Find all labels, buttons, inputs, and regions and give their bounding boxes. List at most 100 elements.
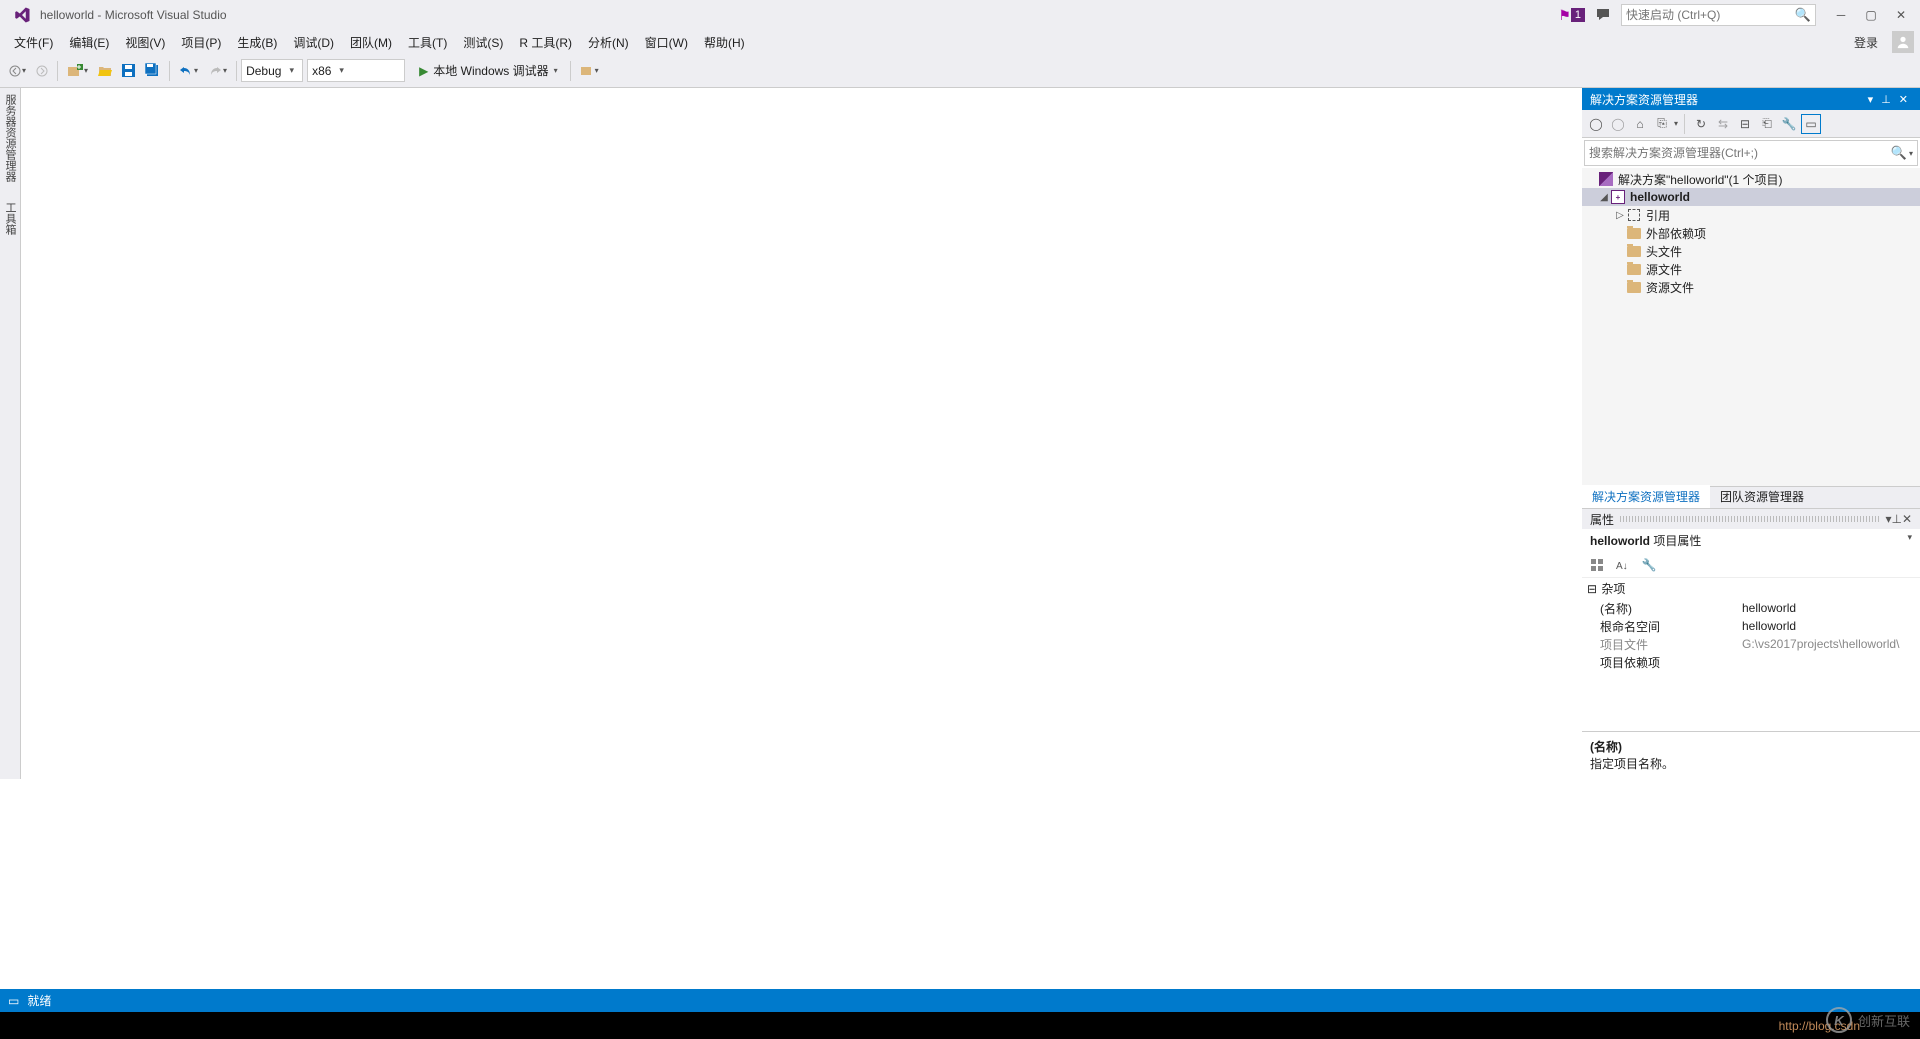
menu-edit[interactable]: 编辑(E) xyxy=(61,31,117,54)
tab-team-explorer[interactable]: 团队资源管理器 xyxy=(1710,485,1814,508)
alphabetical-icon[interactable]: A↓ xyxy=(1612,554,1634,576)
status-window-icon: ▭ xyxy=(8,994,19,1008)
notification-count: 1 xyxy=(1571,8,1585,22)
se-sync-icon[interactable]: ⇆ xyxy=(1713,114,1733,134)
prop-row-namespace[interactable]: 根命名空间helloworld xyxy=(1582,617,1920,635)
toolbar-extra-button[interactable]: ▾ xyxy=(575,59,604,83)
solution-search-input[interactable] xyxy=(1589,146,1891,160)
play-icon: ▶ xyxy=(419,64,428,78)
feedback-icon[interactable] xyxy=(1595,7,1611,23)
solution-search-box[interactable]: 🔍▾ xyxy=(1584,140,1918,166)
minimize-button[interactable]: ─ xyxy=(1826,2,1856,28)
project-node[interactable]: ◢ + helloworld xyxy=(1582,188,1920,206)
panel-dropdown-icon[interactable]: ▾ xyxy=(1864,93,1878,106)
properties-object-selector[interactable]: helloworld 项目属性 ▾ xyxy=(1582,529,1920,552)
se-properties-icon[interactable]: 🔧 xyxy=(1779,114,1799,134)
expand-icon[interactable]: ▷ xyxy=(1614,210,1626,221)
folder-icon xyxy=(1627,228,1641,239)
close-button[interactable]: ✕ xyxy=(1886,2,1916,28)
se-forward-icon[interactable]: ◯ xyxy=(1608,114,1628,134)
save-button[interactable] xyxy=(117,59,140,83)
menu-bar: 文件(F) 编辑(E) 视图(V) 项目(P) 生成(B) 调试(D) 团队(M… xyxy=(0,30,1920,54)
main-toolbar: ▾ ▾ ▾ ▾ Debug▾ x86▾ ▶ 本地 Windows 调试器 ▾ ▾ xyxy=(0,54,1920,88)
properties-toolbar: A↓ 🔧 xyxy=(1582,552,1920,578)
solution-node[interactable]: 解决方案"helloworld"(1 个项目) xyxy=(1582,170,1920,188)
menu-team[interactable]: 团队(M) xyxy=(342,31,400,54)
platform-dropdown[interactable]: x86▾ xyxy=(307,59,405,82)
debugger-label: 本地 Windows 调试器 xyxy=(433,62,548,79)
se-home-icon[interactable]: ⌂ xyxy=(1630,114,1650,134)
search-icon: 🔍 xyxy=(1795,7,1811,23)
se-collapse-icon[interactable]: ⊟ xyxy=(1735,114,1755,134)
menu-analyze[interactable]: 分析(N) xyxy=(580,31,637,54)
vs-logo-icon xyxy=(12,5,32,25)
editor-area xyxy=(21,88,1582,779)
search-icon: 🔍 xyxy=(1891,145,1907,161)
properties-grid: ⊟ 杂项 (名称)helloworld 根命名空间helloworld 项目文件… xyxy=(1582,578,1920,731)
se-showall-icon[interactable]: ⎗ xyxy=(1757,114,1777,134)
sources-node[interactable]: 源文件 xyxy=(1582,260,1920,278)
nav-back-button[interactable]: ▾ xyxy=(4,59,31,83)
resources-node[interactable]: 资源文件 xyxy=(1582,278,1920,296)
new-project-button[interactable]: ▾ xyxy=(62,59,93,83)
prop-row-dependencies[interactable]: 项目依赖项 xyxy=(1582,653,1920,671)
quick-launch-input[interactable] xyxy=(1626,8,1795,22)
category-row[interactable]: ⊟ 杂项 xyxy=(1582,578,1920,599)
props-pin-icon[interactable]: ⊥ xyxy=(1891,512,1901,526)
redo-button[interactable]: ▾ xyxy=(203,59,232,83)
menu-project[interactable]: 项目(P) xyxy=(173,31,229,54)
solution-explorer-toolbar: ◯ ◯ ⌂ ⎘ ▾ ↻ ⇆ ⊟ ⎗ 🔧 ▭ xyxy=(1582,110,1920,138)
title-bar: helloworld - Microsoft Visual Studio ⚑ 1… xyxy=(0,0,1920,30)
properties-title: 属性 xyxy=(1590,511,1614,528)
undo-button[interactable]: ▾ xyxy=(174,59,203,83)
folder-icon xyxy=(1627,264,1641,275)
se-refresh-icon[interactable]: ↻ xyxy=(1691,114,1711,134)
maximize-button[interactable]: ▢ xyxy=(1856,2,1886,28)
menu-build[interactable]: 生成(B) xyxy=(229,31,285,54)
props-close-icon[interactable]: ✕ xyxy=(1902,512,1912,526)
solution-tree[interactable]: 解决方案"helloworld"(1 个项目) ◢ + helloworld ▷… xyxy=(1582,168,1920,486)
toolbox-tab[interactable]: 工具箱 xyxy=(0,196,20,241)
se-back-icon[interactable]: ◯ xyxy=(1586,114,1606,134)
watermark: K 创新互联 xyxy=(1826,1007,1910,1033)
menu-view[interactable]: 视图(V) xyxy=(117,31,173,54)
properties-header[interactable]: 属性 ▾ ⊥ ✕ xyxy=(1582,508,1920,529)
bottom-bar: http://blog.csdn xyxy=(0,1012,1920,1039)
menu-test[interactable]: 测试(S) xyxy=(455,31,511,54)
user-avatar-icon[interactable] xyxy=(1892,31,1914,53)
open-file-button[interactable] xyxy=(93,59,117,83)
right-panel-tabs: 解决方案资源管理器 团队资源管理器 xyxy=(1582,486,1920,508)
categorized-icon[interactable] xyxy=(1586,554,1608,576)
solution-explorer-title: 解决方案资源管理器 xyxy=(1590,91,1698,108)
start-debugging-button[interactable]: ▶ 本地 Windows 调试器 ▾ xyxy=(411,60,566,81)
se-scope-icon[interactable]: ⎘ xyxy=(1652,114,1672,134)
external-deps-node[interactable]: 外部依赖项 xyxy=(1582,224,1920,242)
props-wrench-icon[interactable]: 🔧 xyxy=(1638,554,1660,576)
menu-debug[interactable]: 调试(D) xyxy=(285,31,342,54)
menu-window[interactable]: 窗口(W) xyxy=(637,31,696,54)
solution-explorer-header[interactable]: 解决方案资源管理器 ▾ ⊥ ✕ xyxy=(1582,88,1920,110)
menu-help[interactable]: 帮助(H) xyxy=(696,31,753,54)
tab-solution-explorer[interactable]: 解决方案资源管理器 xyxy=(1582,485,1710,508)
panel-pin-icon[interactable]: ⊥ xyxy=(1877,93,1895,106)
references-node[interactable]: ▷ 引用 xyxy=(1582,206,1920,224)
left-tool-panel: 服务器资源管理器 工具箱 xyxy=(0,88,21,779)
menu-file[interactable]: 文件(F) xyxy=(6,31,61,54)
headers-node[interactable]: 头文件 xyxy=(1582,242,1920,260)
watermark-logo-icon: K xyxy=(1826,1007,1852,1033)
panel-close-icon[interactable]: ✕ xyxy=(1895,93,1912,106)
server-explorer-tab[interactable]: 服务器资源管理器 xyxy=(0,88,20,188)
quick-launch-box[interactable]: 🔍 xyxy=(1621,4,1816,26)
menu-tools[interactable]: 工具(T) xyxy=(400,31,455,54)
menu-rtools[interactable]: R 工具(R) xyxy=(511,31,580,54)
save-all-button[interactable] xyxy=(140,59,165,83)
prop-row-name[interactable]: (名称)helloworld xyxy=(1582,599,1920,617)
solution-icon xyxy=(1599,172,1613,186)
notification-flag[interactable]: ⚑ 1 xyxy=(1558,7,1585,24)
signin-link[interactable]: 登录 xyxy=(1846,31,1886,54)
nav-forward-button[interactable] xyxy=(31,59,53,83)
collapse-icon[interactable]: ◢ xyxy=(1598,192,1610,203)
configuration-dropdown[interactable]: Debug▾ xyxy=(241,59,303,82)
se-preview-icon[interactable]: ▭ xyxy=(1801,114,1821,134)
prop-row-projectfile[interactable]: 项目文件G:\vs2017projects\helloworld\ xyxy=(1582,635,1920,653)
